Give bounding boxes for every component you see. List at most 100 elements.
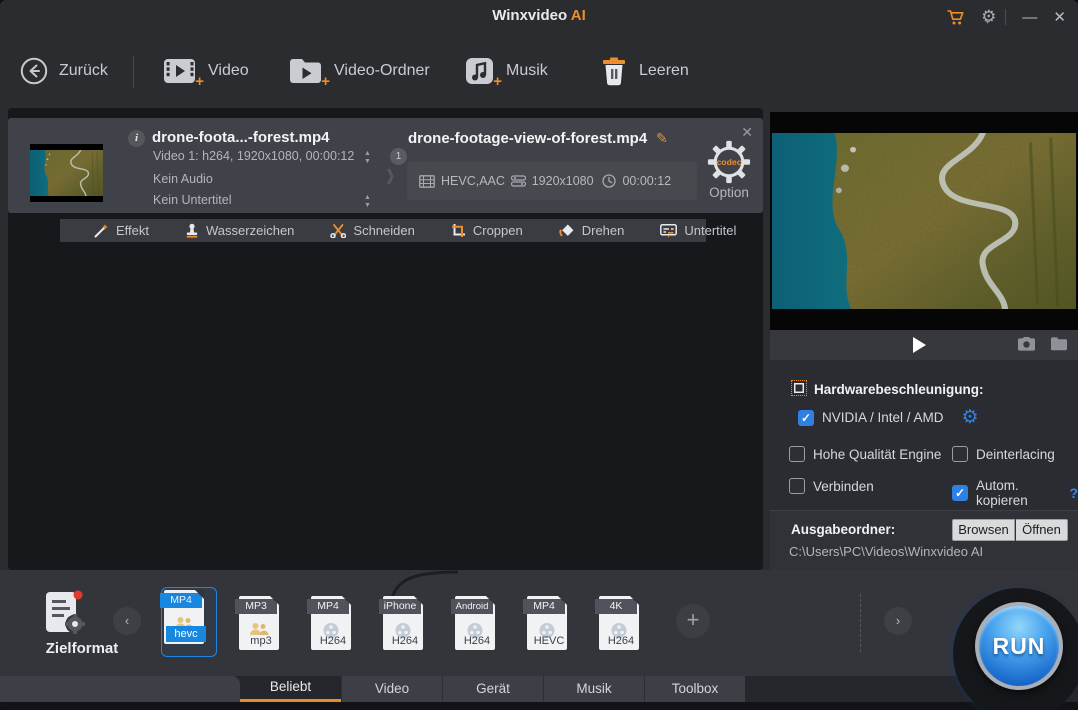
resolution-icon (511, 175, 526, 187)
edit-toolbar: Effekt Wasserzeichen Schneiden Croppen D… (60, 219, 706, 242)
format-strip: Zielformat ‹ › MP4 hevc MP3 mp3 MP4 H264 (0, 570, 1078, 676)
format-card-selected[interactable]: MP4 hevc (161, 587, 217, 657)
gpu-checkbox[interactable] (798, 410, 814, 426)
subtitle-track-spinner[interactable]: ▲▼ (364, 194, 371, 209)
gpu-label: NVIDIA / Intel / AMD (822, 410, 944, 425)
tab-toolbox[interactable]: Toolbox (644, 676, 745, 702)
cart-icon[interactable] (946, 8, 965, 26)
chevron-left-icon: ‹ (125, 613, 129, 628)
format-divider (860, 594, 861, 652)
add-video-folder-label: Video-Ordner (334, 62, 430, 80)
add-music-label: Musik (506, 62, 548, 80)
format-container-label: MP4 (307, 599, 349, 614)
format-card[interactable]: Android H264 (453, 594, 497, 652)
codec-gear-icon: codec (707, 140, 751, 184)
video-track-spinner[interactable]: ▲▼ (364, 150, 371, 165)
effect-button[interactable]: Effekt (94, 223, 149, 238)
crop-button[interactable]: Croppen (451, 223, 523, 238)
format-card[interactable]: MP3 mp3 (237, 594, 281, 652)
preview-controls (770, 330, 1078, 360)
chevron-right-icon: › (386, 150, 395, 197)
format-container-label: MP3 (235, 599, 277, 614)
add-music-icon: + (465, 57, 495, 85)
auto-copy-checkbox[interactable] (952, 485, 968, 501)
run-button[interactable]: RUN (975, 602, 1063, 690)
browse-button[interactable]: Browsen (952, 519, 1015, 541)
add-music-button[interactable]: + Musik (465, 51, 548, 91)
gpu-checkbox-row[interactable]: NVIDIA / Intel / AMD ⚙ (798, 408, 979, 427)
format-container-label: 4K (595, 599, 637, 614)
subtitle-icon (660, 224, 677, 238)
back-label: Zurück (59, 62, 108, 80)
media-meta-box: HEVC,AAC 1920x1080 00:00:12 (407, 162, 697, 200)
format-card[interactable]: MP4 HEVC (525, 594, 569, 652)
remove-file-icon[interactable]: ✕ (741, 124, 753, 141)
target-format-icon[interactable] (40, 588, 88, 636)
format-container-label: iPhone (379, 599, 421, 614)
format-card[interactable]: 4K H264 (597, 594, 641, 652)
format-prev-button[interactable]: ‹ (113, 607, 141, 635)
output-file-name: drone-footage-view-of-forest.mp4 (408, 130, 647, 147)
hardware-panel: Hardwarebeschleunigung: NVIDIA / Intel /… (770, 366, 1078, 510)
trim-button[interactable]: Schneiden (330, 223, 414, 238)
deinterlacing-row[interactable]: Deinterlacing (952, 446, 1055, 462)
tab-music[interactable]: Musik (543, 676, 644, 702)
toolbar-divider (133, 56, 134, 88)
play-icon[interactable] (913, 337, 926, 353)
titlebar: Winxvideo AI ⚙ ▾ — ✕ (0, 0, 1078, 34)
deinterlacing-checkbox[interactable] (952, 446, 968, 462)
rotate-button[interactable]: Drehen (559, 223, 625, 238)
format-container-label: MP4 (523, 599, 565, 614)
quality-engine-checkbox[interactable] (789, 446, 805, 462)
watermark-button[interactable]: Wasserzeichen (185, 223, 294, 238)
titlebar-divider (1005, 9, 1006, 25)
format-container-label: MP4 (160, 593, 202, 608)
video-preview (770, 112, 1078, 330)
auto-copy-row[interactable]: Autom. kopieren ? (952, 478, 1078, 508)
plus-icon: + (493, 74, 502, 89)
add-video-button[interactable]: + Video (163, 51, 249, 91)
format-card[interactable]: iPhone H264 (381, 594, 425, 652)
format-codec-label: mp3 (241, 635, 281, 647)
stamp-icon (185, 223, 199, 238)
hardware-title: Hardwarebeschleunigung: (814, 382, 984, 397)
file-card[interactable]: i drone-foota...-forest.mp4 Video 1: h26… (8, 118, 763, 213)
clear-list-label: Leeren (639, 62, 689, 80)
svg-text:codec: codec (716, 157, 741, 167)
tab-popular[interactable]: Beliebt (240, 676, 341, 702)
codec-meta: HEVC,AAC (419, 174, 511, 188)
merge-checkbox[interactable] (789, 478, 805, 494)
close-button[interactable]: ✕ (1053, 10, 1066, 25)
back-button[interactable]: Zurück (20, 51, 108, 91)
merge-row[interactable]: Verbinden (789, 478, 874, 494)
trash-icon (600, 56, 628, 86)
settings-gear-button[interactable]: ⚙ ▾ (981, 7, 989, 27)
rename-pencil-icon[interactable]: ✎ (656, 130, 668, 147)
open-folder-icon[interactable] (1050, 336, 1068, 351)
add-format-button[interactable]: + (676, 604, 710, 638)
gpu-settings-gear-icon[interactable]: ⚙ (962, 408, 979, 427)
resolution-meta: 1920x1080 (511, 174, 603, 188)
clear-list-button[interactable]: Leeren (600, 51, 689, 91)
open-button[interactable]: Öffnen (1016, 519, 1068, 541)
output-panel: Ausgabeordner: Browsen Öffnen C:\Users\P… (770, 510, 1078, 570)
format-card[interactable]: MP4 H264 (309, 594, 353, 652)
subtitle-button[interactable]: Untertitel (660, 223, 736, 238)
app-title-text: Winxvideo (492, 7, 567, 24)
file-name: drone-foota...-forest.mp4 (152, 129, 330, 146)
crop-icon (451, 223, 466, 238)
format-next-button[interactable]: › (884, 607, 912, 635)
add-video-folder-button[interactable]: + Video-Ordner (289, 51, 430, 91)
window-bottom-edge (0, 702, 1078, 710)
minimize-button[interactable]: — (1022, 10, 1037, 25)
format-codec-label: HEVC (529, 635, 569, 647)
quality-engine-row[interactable]: Hohe Qualität Engine (789, 446, 941, 462)
back-icon (20, 57, 48, 85)
info-icon[interactable]: i (128, 130, 145, 147)
output-folder-label: Ausgabeordner: (791, 522, 895, 537)
tab-device[interactable]: Gerät (442, 676, 543, 702)
snapshot-camera-icon[interactable] (1017, 336, 1036, 351)
format-codec-label: H264 (385, 635, 425, 647)
tab-video[interactable]: Video (341, 676, 442, 702)
help-icon[interactable]: ? (1069, 485, 1078, 501)
